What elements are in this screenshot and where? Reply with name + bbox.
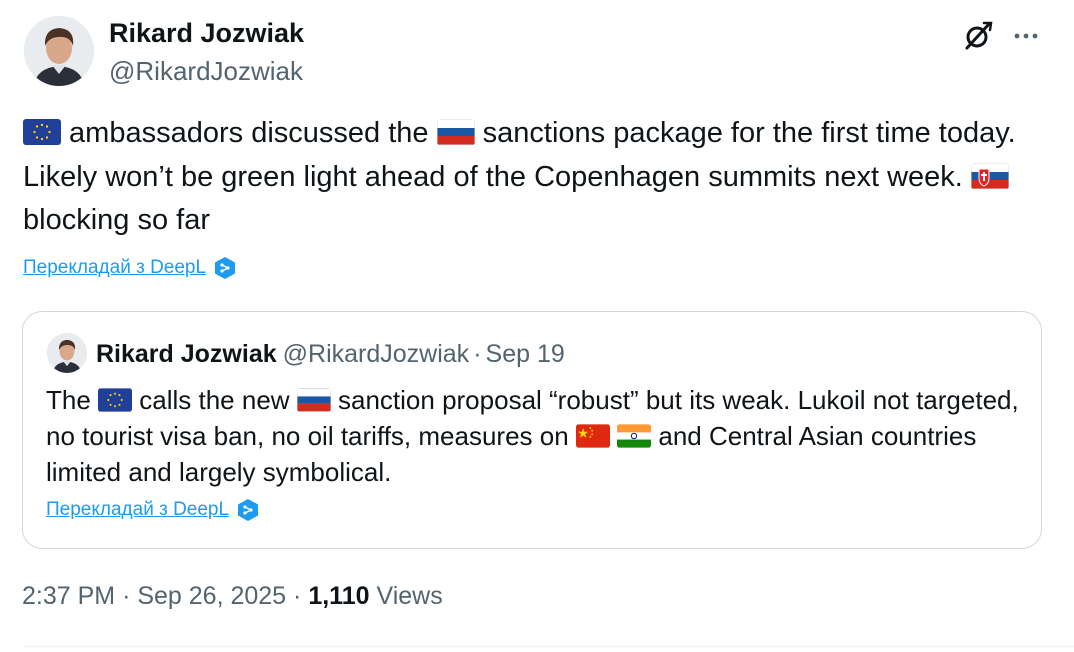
separator-dot: · — [122, 582, 131, 610]
quoted-translate-link[interactable]: Перекладай з DeepL — [46, 498, 259, 522]
translate-link[interactable]: Перекладай з DeepL — [23, 256, 236, 280]
slovakia-flag-icon — [970, 162, 1009, 189]
russia-flag-icon — [296, 388, 331, 412]
separator-dot: · — [293, 582, 302, 610]
tweet-text: ambassadors discussed the sanctions pack… — [23, 112, 1033, 243]
india-flag-icon — [617, 424, 652, 448]
quoted-tweet-date[interactable]: Sep 19 — [486, 340, 565, 368]
separator-dot: · — [473, 340, 482, 368]
quoted-author-name[interactable]: Rikard Jozwiak — [96, 340, 277, 368]
translate-label[interactable]: Перекладай з DeepL — [46, 499, 229, 521]
grok-icon[interactable] — [960, 18, 996, 54]
author-avatar[interactable] — [24, 16, 94, 86]
tweet-time[interactable]: 2:37 PM — [22, 582, 115, 610]
tweet-text-part: ambassadors discussed the — [61, 117, 437, 149]
author-name[interactable]: Rikard Jozwiak — [109, 18, 304, 49]
deepl-icon — [237, 498, 259, 522]
eu-flag-icon — [98, 388, 133, 412]
divider — [22, 646, 1074, 647]
more-options-icon[interactable] — [1010, 20, 1042, 52]
quoted-text-part: calls the new — [132, 385, 297, 415]
deepl-icon — [214, 256, 236, 280]
china-flag-icon — [575, 424, 610, 448]
eu-flag-icon — [23, 119, 61, 145]
views-label: Views — [376, 582, 443, 610]
author-handle[interactable]: @RikardJozwiak — [109, 56, 303, 87]
quoted-author-avatar[interactable] — [47, 333, 87, 373]
quoted-text-part: The — [46, 385, 99, 415]
tweet-text-part: blocking so far — [23, 204, 210, 236]
quoted-author-handle[interactable]: @RikardJozwiak — [283, 340, 470, 368]
tweet-date[interactable]: Sep 26, 2025 — [137, 582, 286, 610]
russia-flag-icon — [436, 119, 475, 145]
tweet-meta: 2:37 PM · Sep 26, 2025 · 1,110 Views — [22, 582, 443, 611]
quoted-tweet-header: Rikard Jozwiak @RikardJozwiak · Sep 19 — [96, 340, 565, 369]
quoted-tweet-text: The calls the new sanction proposal “rob… — [46, 382, 1021, 490]
views-count: 1,110 — [308, 582, 370, 610]
translate-label[interactable]: Перекладай з DeepL — [23, 257, 206, 279]
